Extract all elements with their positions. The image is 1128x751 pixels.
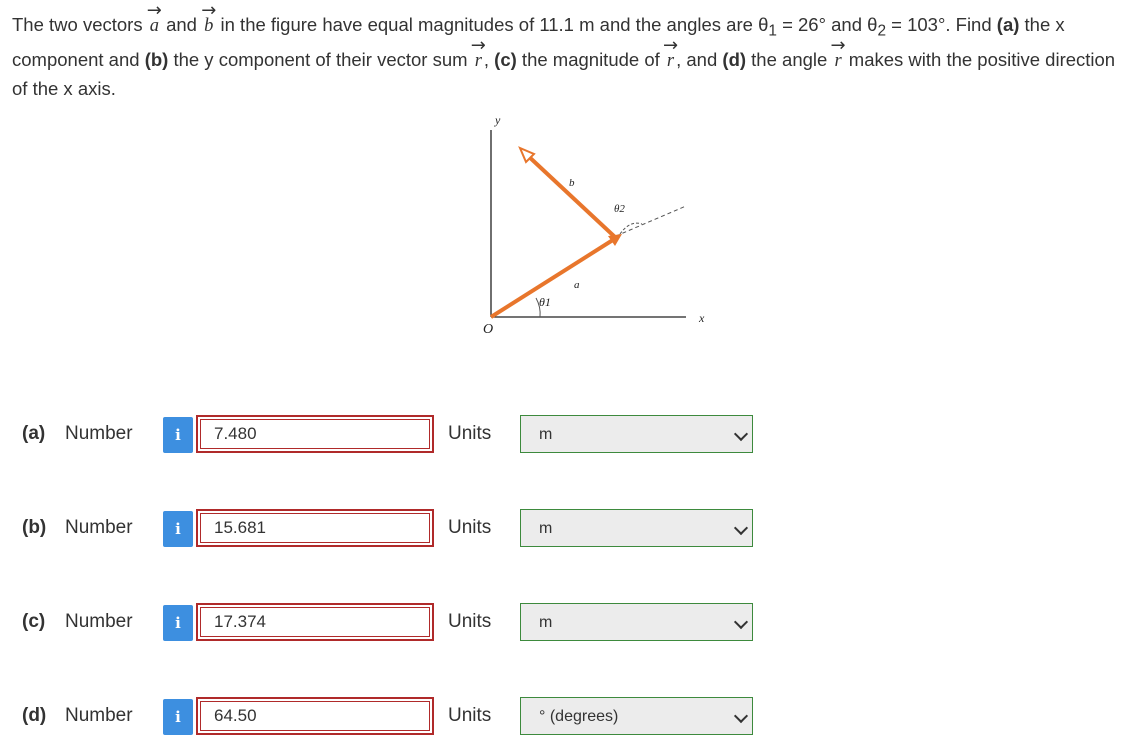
info-icon[interactable]: i: [163, 605, 193, 641]
theta1-subscript: 1: [768, 22, 777, 40]
vector-a-line: [489, 236, 618, 319]
vector-r-symbol: r: [473, 47, 484, 75]
answer-input-a[interactable]: [196, 415, 434, 453]
number-label: Number: [65, 611, 133, 632]
question-and: and: [166, 14, 197, 35]
units-label: Units: [448, 423, 492, 444]
units-label: Units: [448, 611, 492, 632]
question-text-9: the angle: [746, 48, 828, 70]
answer-input-d[interactable]: [196, 697, 434, 735]
units-selected-value: m: [539, 520, 553, 537]
y-axis-label: y: [494, 113, 501, 127]
question-text: The two vectors a and b in the figure ha…: [12, 11, 1116, 103]
dashed-extension: [615, 205, 687, 237]
question-text-1: in the figure have equal magnitudes of 1…: [220, 14, 769, 35]
part-d-ref: (d): [722, 48, 747, 70]
vector-b-line: [524, 152, 618, 240]
vector-b-label: b: [569, 177, 575, 189]
theta1-label: θ1: [539, 295, 551, 309]
units-selected-value: m: [539, 426, 553, 443]
answer-row-d: (d) Number i Units ° (degrees): [22, 697, 762, 737]
question-text-5: the y component of their vector sum: [168, 48, 468, 70]
vector-r-symbol: r: [665, 47, 676, 75]
question-text-2: = 26° and θ: [776, 14, 878, 35]
theta2-label: θ2: [614, 203, 625, 215]
units-select-b[interactable]: m: [520, 509, 753, 547]
units-selected-value: m: [539, 614, 553, 631]
part-label: (c): [22, 611, 46, 632]
part-label: (b): [22, 517, 47, 538]
chevron-down-icon: [733, 520, 749, 536]
answer-input-c[interactable]: [196, 603, 434, 641]
answer-row-c: (c) Number i Units m: [22, 603, 762, 643]
info-icon[interactable]: i: [163, 699, 193, 735]
vector-b-symbol: b: [202, 12, 215, 40]
chevron-down-icon: [733, 426, 749, 442]
vector-r-symbol: r: [832, 47, 843, 75]
chevron-down-icon: [733, 614, 749, 630]
vector-diagram: y x O θ1 θ2 a b: [483, 113, 705, 337]
units-label: Units: [448, 517, 492, 538]
answer-row-a: (a) Number i Units m: [22, 415, 762, 455]
units-label: Units: [448, 705, 492, 726]
units-select-c[interactable]: m: [520, 603, 753, 641]
answer-row-b: (b) Number i Units m: [22, 509, 762, 549]
part-a-ref: (a): [996, 14, 1020, 35]
x-axis-label: x: [698, 311, 705, 325]
question-text-8: , and: [676, 48, 723, 70]
question-text-7: the magnitude of: [516, 48, 660, 70]
theta2-subscript: 2: [877, 22, 887, 40]
vector-a-label: a: [574, 279, 580, 291]
part-b-ref: (b): [144, 48, 169, 70]
info-icon[interactable]: i: [163, 511, 193, 547]
units-select-a[interactable]: m: [520, 415, 753, 453]
part-label: (d): [22, 705, 47, 726]
question-text-3: = 103°. Find: [886, 14, 997, 35]
number-label: Number: [65, 423, 133, 444]
number-label: Number: [65, 705, 133, 726]
units-selected-value: ° (degrees): [539, 708, 619, 725]
units-select-d[interactable]: ° (degrees): [520, 697, 753, 735]
part-c-ref: (c): [494, 48, 517, 70]
part-label: (a): [22, 423, 46, 444]
origin-label: O: [483, 322, 493, 337]
chevron-down-icon: [733, 708, 749, 724]
answer-input-b[interactable]: [196, 509, 434, 547]
vector-figure: y x O θ1 θ2 a b: [470, 110, 720, 350]
vector-a-symbol: a: [148, 12, 161, 40]
question-intro: The two vectors: [12, 14, 143, 35]
info-icon[interactable]: i: [163, 417, 193, 453]
number-label: Number: [65, 517, 133, 538]
